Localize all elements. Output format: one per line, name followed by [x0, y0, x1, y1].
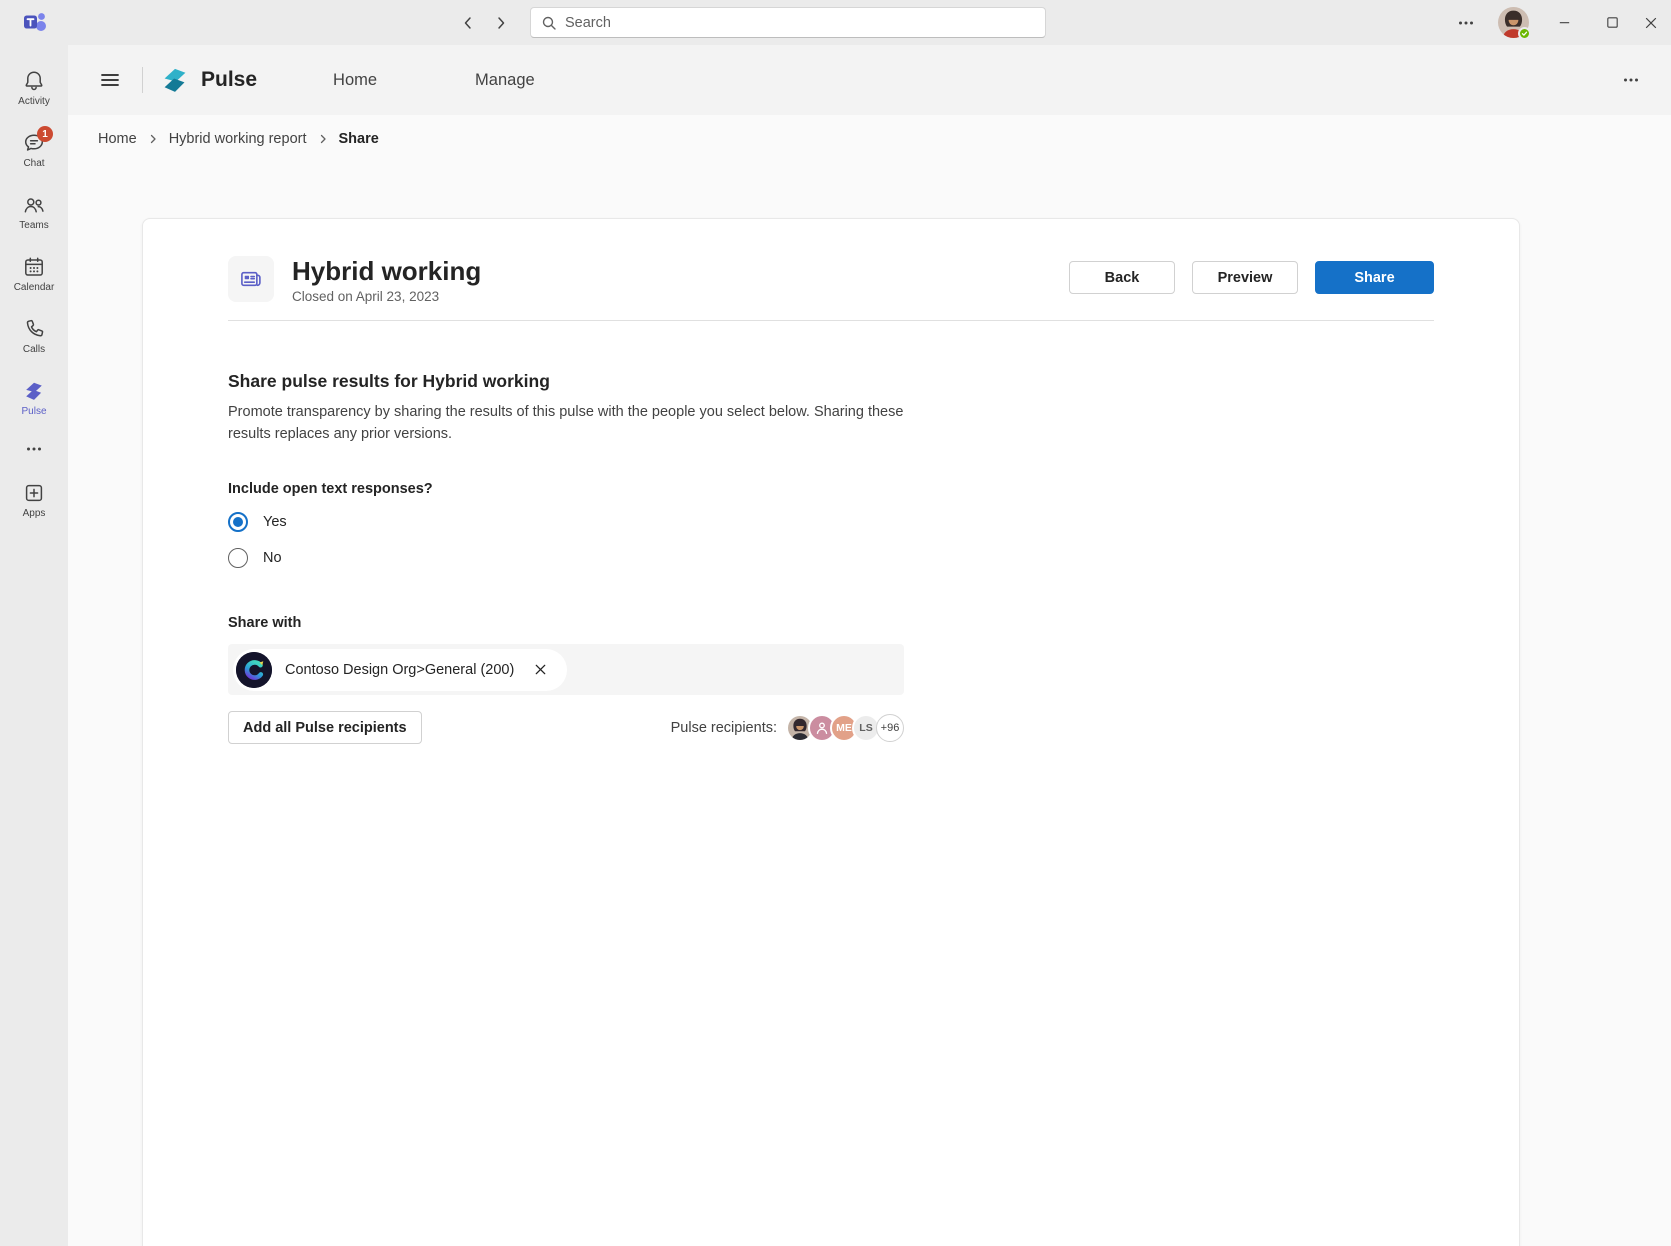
header-divider	[142, 67, 143, 93]
recipient-chip[interactable]: Contoso Design Org>General (200)	[233, 649, 567, 691]
recipients-avatar-stack: ME LS +96	[786, 714, 904, 742]
content-area: Hybrid working Closed on April 23, 2023 …	[68, 163, 1671, 1246]
more-icon	[25, 440, 43, 458]
sidebar-more-button[interactable]	[0, 429, 68, 469]
window-minimize-button[interactable]	[1541, 0, 1588, 45]
sidebar-item-chat[interactable]: 1 Chat	[0, 119, 68, 181]
pulse-recipients: Pulse recipients:	[671, 714, 904, 742]
sidebar-item-label: Pulse	[21, 406, 46, 417]
recipients-label: Pulse recipients:	[671, 720, 777, 736]
chat-unread-badge: 1	[37, 126, 53, 142]
minimize-icon	[1557, 15, 1572, 30]
radio-option-yes[interactable]: Yes	[228, 511, 1434, 533]
recipients-overflow-badge[interactable]: +96	[876, 714, 904, 742]
breadcrumb-home[interactable]: Home	[98, 131, 137, 147]
chevron-left-icon	[460, 15, 476, 31]
radio-selected-icon[interactable]	[228, 512, 248, 532]
more-icon	[1457, 14, 1475, 32]
maximize-icon	[1605, 15, 1620, 30]
more-icon	[1622, 71, 1640, 89]
tab-manage[interactable]: Manage	[461, 61, 549, 100]
share-button[interactable]: Share	[1315, 261, 1434, 294]
sidebar-item-apps[interactable]: Apps	[0, 469, 68, 531]
chevron-right-icon	[493, 15, 509, 31]
share-with-input[interactable]: Contoso Design Org>General (200)	[228, 644, 904, 695]
radio-unselected-icon[interactable]	[228, 548, 248, 568]
teams-people-icon	[22, 193, 46, 217]
radio-label: No	[263, 550, 282, 566]
calendar-icon	[22, 255, 46, 279]
preview-button[interactable]: Preview	[1192, 261, 1298, 294]
phone-icon	[22, 317, 46, 341]
tab-home[interactable]: Home	[319, 61, 391, 100]
app-header-more-button[interactable]	[1613, 66, 1649, 94]
app-title: Pulse	[201, 68, 257, 92]
user-avatar[interactable]	[1498, 7, 1529, 38]
titlebar-more-button[interactable]	[1448, 11, 1484, 35]
hamburger-icon	[98, 68, 122, 92]
nav-back-button[interactable]	[456, 11, 480, 35]
search-box[interactable]	[530, 7, 1046, 38]
pulse-logo-icon	[22, 379, 46, 403]
radio-option-no[interactable]: No	[228, 547, 1434, 569]
pulse-app-header: Pulse Home Manage	[68, 45, 1671, 115]
sidebar-item-label: Activity	[18, 96, 50, 107]
sidebar-item-pulse[interactable]: Pulse	[0, 367, 68, 429]
card-title-block: Hybrid working Closed on April 23, 2023	[292, 256, 481, 304]
newspaper-icon	[238, 266, 264, 292]
recipients-row: Add all Pulse recipients Pulse recipient…	[228, 711, 904, 744]
available-status-icon	[1518, 27, 1531, 40]
sidebar-item-activity[interactable]: Activity	[0, 57, 68, 119]
closed-date-label: Closed on April 23, 2023	[292, 289, 481, 304]
section-heading: Share pulse results for Hybrid working	[228, 371, 1434, 392]
window-titlebar	[0, 0, 1671, 45]
breadcrumb-chevron-icon	[147, 133, 159, 145]
sidebar-item-label: Calls	[23, 344, 45, 355]
sidebar-item-teams[interactable]: Teams	[0, 181, 68, 243]
window-close-button[interactable]	[1631, 0, 1671, 45]
page-title: Hybrid working	[292, 256, 481, 286]
apps-icon	[22, 481, 46, 505]
sidebar-item-label: Chat	[23, 158, 44, 169]
sidebar-item-calls[interactable]: Calls	[0, 305, 68, 367]
sidebar-item-calendar[interactable]: Calendar	[0, 243, 68, 305]
search-icon	[541, 15, 557, 31]
card-divider	[228, 320, 1434, 321]
share-with-label: Share with	[228, 615, 1434, 631]
open-text-question: Include open text responses?	[228, 481, 1434, 497]
recipient-chip-label: Contoso Design Org>General (200)	[285, 662, 514, 678]
remove-recipient-button[interactable]	[529, 659, 551, 681]
breadcrumb: Home Hybrid working report Share	[68, 115, 1671, 163]
section-description: Promote transparency by sharing the resu…	[228, 401, 906, 445]
chat-icon: 1	[22, 131, 46, 155]
sidebar-item-label: Calendar	[14, 282, 55, 293]
bell-icon	[22, 69, 46, 93]
teams-logo-icon	[21, 9, 48, 36]
close-icon	[1643, 15, 1659, 31]
radio-label: Yes	[263, 514, 287, 530]
back-button[interactable]: Back	[1069, 261, 1175, 294]
breadcrumb-share: Share	[339, 131, 379, 147]
close-icon	[533, 662, 548, 677]
header-actions: Back Preview Share	[1069, 261, 1434, 294]
app-rail: Activity 1 Chat Teams	[0, 45, 68, 1246]
window-maximize-button[interactable]	[1589, 0, 1636, 45]
sidebar-item-label: Teams	[19, 220, 48, 231]
share-card: Hybrid working Closed on April 23, 2023 …	[142, 218, 1520, 1246]
breadcrumb-report[interactable]: Hybrid working report	[169, 131, 307, 147]
nav-forward-button[interactable]	[489, 11, 513, 35]
breadcrumb-chevron-icon	[317, 133, 329, 145]
add-all-recipients-button[interactable]: Add all Pulse recipients	[228, 711, 422, 744]
contoso-logo-icon	[236, 652, 272, 688]
search-input[interactable]	[565, 15, 1035, 31]
report-icon-box	[228, 256, 274, 302]
hamburger-menu-button[interactable]	[90, 60, 130, 100]
card-header: Hybrid working Closed on April 23, 2023 …	[228, 256, 1434, 304]
pulse-app-logo-icon	[159, 64, 191, 96]
sidebar-item-label: Apps	[23, 508, 46, 519]
